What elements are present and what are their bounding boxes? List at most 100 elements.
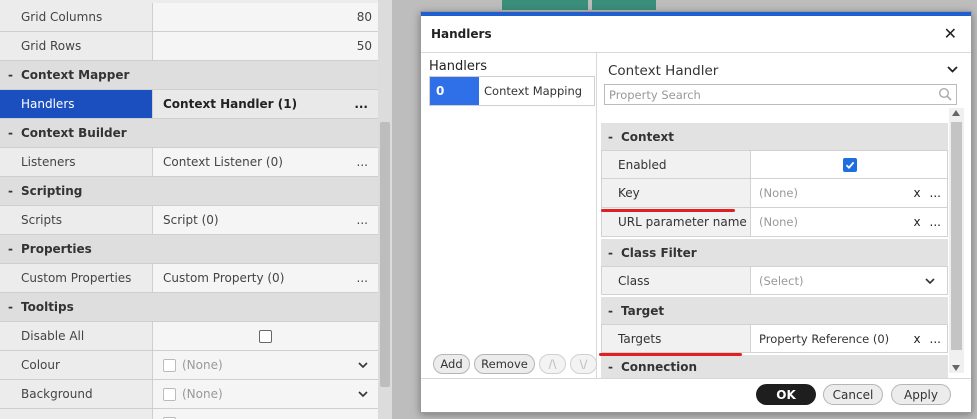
category-label: Scripting	[21, 184, 83, 198]
chevron-down-icon[interactable]	[358, 362, 368, 368]
add-button[interactable]: Add	[433, 354, 470, 374]
property-value-text: Context Handler (1)	[163, 97, 298, 111]
property-value[interactable]: Custom Property (0) ...	[153, 264, 378, 292]
ellipsis-button[interactable]: ...	[357, 271, 368, 285]
class-select[interactable]: (Select)	[751, 267, 947, 294]
category-context-builder[interactable]: - Context Builder	[0, 119, 378, 148]
property-value[interactable]: (None)	[153, 351, 378, 379]
targets-highlight-underline	[599, 353, 742, 356]
property-value[interactable]: (None) x ...	[751, 179, 947, 207]
colour-swatch-checkbox[interactable]	[163, 358, 176, 372]
handler-properties-pane: Context Handler Property Search - Contex…	[599, 53, 972, 378]
clear-button[interactable]: x	[914, 332, 930, 346]
grid-row-grid-rows[interactable]: Grid Rows 50	[0, 32, 378, 61]
property-value[interactable]	[153, 322, 378, 350]
chevron-down-icon[interactable]	[358, 391, 368, 397]
property-value[interactable]: 80	[153, 3, 378, 31]
close-icon[interactable]: ✕	[944, 24, 957, 43]
property-value[interactable]: Script (0) ...	[153, 206, 378, 234]
property-key: Scripts	[0, 206, 153, 234]
chevron-down-icon[interactable]	[947, 66, 958, 73]
category-connection[interactable]: - Connection	[601, 355, 948, 378]
category-context-mapper[interactable]: - Context Mapper	[0, 61, 378, 90]
category-label: Class Filter	[621, 245, 697, 260]
property-value[interactable]: Context Listener (0) ...	[153, 148, 378, 176]
grid-row-partial	[0, 409, 378, 419]
collapse-icon[interactable]: -	[608, 246, 621, 260]
ellipsis-button[interactable]: ...	[930, 332, 941, 346]
collapse-icon[interactable]: -	[8, 184, 21, 198]
property-value[interactable]	[751, 151, 947, 178]
property-key: Key	[602, 179, 751, 207]
prop-row-enabled[interactable]: Enabled	[601, 150, 948, 179]
prop-row-class[interactable]: Class (Select)	[601, 266, 948, 295]
property-value[interactable]: Property Reference (0) x ...	[751, 325, 947, 352]
category-label: Connection	[621, 359, 698, 374]
collapse-icon[interactable]: -	[608, 130, 621, 144]
category-tooltips[interactable]: - Tooltips	[0, 293, 378, 322]
ellipsis-button[interactable]: ...	[357, 213, 368, 227]
collapse-icon[interactable]: -	[8, 242, 21, 256]
property-value-text: Custom Property (0)	[163, 271, 285, 285]
property-search-input[interactable]: Property Search	[604, 84, 957, 105]
category-context[interactable]: - Context	[601, 123, 948, 150]
category-target[interactable]: - Target	[601, 297, 948, 324]
collapse-icon[interactable]: -	[608, 304, 621, 318]
category-scripting[interactable]: - Scripting	[0, 177, 378, 206]
properties-scrollbar[interactable]	[949, 108, 964, 373]
grid-row-background[interactable]: Background (None)	[0, 380, 378, 409]
grid-row-custom-properties[interactable]: Custom Properties Custom Property (0) ..…	[0, 264, 378, 293]
property-value[interactable]: (None)	[153, 380, 378, 408]
remove-button[interactable]: Remove	[474, 354, 535, 374]
background-table-cell	[592, 0, 656, 10]
ok-button[interactable]: OK	[756, 384, 816, 405]
handler-type-selector[interactable]: Context Handler	[608, 63, 718, 79]
prop-row-targets[interactable]: Targets Property Reference (0) x ...	[601, 324, 948, 353]
collapse-icon[interactable]: -	[608, 360, 621, 374]
grid-row-grid-columns[interactable]: Grid Columns 80	[0, 3, 378, 32]
move-up-button[interactable]: /\	[539, 354, 566, 374]
list-action-buttons: Add Remove /\ \/	[433, 354, 597, 374]
background-scrollbar[interactable]	[378, 0, 392, 419]
collapse-icon[interactable]: -	[8, 126, 21, 140]
grid-row-listeners[interactable]: Listeners Context Listener (0) ...	[0, 148, 378, 177]
ellipsis-button[interactable]: ...	[930, 186, 941, 200]
ellipsis-button[interactable]: ...	[354, 97, 368, 111]
prop-row-url-parameter-name[interactable]: URL parameter name (None) x ...	[601, 208, 948, 237]
collapse-icon[interactable]: -	[8, 68, 21, 82]
property-key: Handlers	[0, 90, 153, 118]
background-swatch-checkbox[interactable]	[163, 387, 176, 401]
grid-row-colour[interactable]: Colour (None)	[0, 351, 378, 380]
collapse-icon[interactable]: -	[8, 300, 21, 314]
category-label: Context Mapper	[21, 68, 130, 82]
chevron-down-icon[interactable]	[925, 277, 935, 284]
scroll-up-icon[interactable]	[952, 110, 960, 116]
category-class-filter[interactable]: - Class Filter	[601, 239, 948, 266]
apply-button[interactable]: Apply	[891, 384, 951, 405]
scrollbar-thumb[interactable]	[951, 122, 962, 350]
handler-label: Context Mapping	[484, 84, 583, 98]
checkmark-icon	[845, 161, 855, 169]
disable-all-checkbox[interactable]	[259, 329, 272, 343]
category-properties[interactable]: - Properties	[0, 235, 378, 264]
grid-row-disable-all[interactable]: Disable All	[0, 322, 378, 351]
move-down-button[interactable]: \/	[570, 354, 597, 374]
handler-list-item[interactable]: 0 Context Mapping	[429, 76, 595, 106]
property-key: Disable All	[0, 322, 153, 350]
cancel-button[interactable]: Cancel	[823, 384, 883, 405]
enabled-checkbox[interactable]	[843, 157, 857, 172]
property-value-text: Script (0)	[163, 213, 219, 227]
property-value-text: (None)	[759, 215, 798, 229]
property-value[interactable]: Context Handler (1) ...	[153, 90, 378, 118]
clear-button[interactable]: x	[914, 186, 930, 200]
property-value[interactable]: (None) x ...	[751, 208, 947, 236]
clear-button[interactable]: x	[914, 215, 930, 229]
grid-row-handlers[interactable]: Handlers Context Handler (1) ...	[0, 90, 378, 119]
scroll-down-icon[interactable]	[952, 365, 960, 371]
ellipsis-button[interactable]: ...	[357, 155, 368, 169]
grid-row-scripts[interactable]: Scripts Script (0) ...	[0, 206, 378, 235]
prop-row-key[interactable]: Key (None) x ...	[601, 179, 948, 208]
property-value[interactable]: 50	[153, 32, 378, 60]
ellipsis-button[interactable]: ...	[930, 215, 941, 229]
scrollbar-thumb[interactable]	[380, 122, 390, 387]
